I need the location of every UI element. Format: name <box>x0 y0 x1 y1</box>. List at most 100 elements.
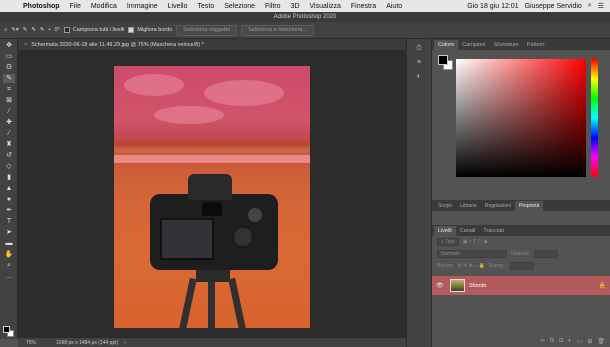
layers-panel-tabs: Livelli Canali Tracciati <box>432 225 610 236</box>
menu-visualizza[interactable]: Visualizza <box>305 3 346 10</box>
sample-all-checkbox[interactable]: Campiona tutti i livelli <box>63 25 124 36</box>
cloud <box>204 80 284 106</box>
tab-sfumature[interactable]: Sfumature <box>489 40 522 50</box>
eyedropper-tool-icon[interactable]: ⁄ <box>3 107 15 116</box>
tools-panel: ✥ ▭ ʘ ✎ ⌗ ⊠ ⁄ ✚ ⁄ ♜ ↺ ◇ ▮ ▲ ● ✒ T ➤ ▬ ✋ … <box>0 39 18 339</box>
close-icon[interactable]: × <box>24 42 27 48</box>
new-layer-icon[interactable]: ⊞ <box>587 338 592 345</box>
gradient-tool-icon[interactable]: ▮ <box>3 173 15 182</box>
dodge-tool-icon[interactable]: ● <box>3 195 15 204</box>
enhance-edge-checkbox[interactable]: Migliora bordo <box>128 25 172 36</box>
user-name[interactable]: Giuseppe Servidio <box>525 3 582 10</box>
tab-scopri[interactable]: Scopri <box>434 201 456 211</box>
enhance-edge-label: Migliora bordo <box>137 27 173 33</box>
more-tools-icon[interactable]: … <box>3 272 15 281</box>
menu-photoshop[interactable]: Photoshop <box>18 3 65 10</box>
select-subject-button[interactable]: Seleziona soggetto <box>176 24 238 36</box>
fill-field[interactable] <box>510 262 535 270</box>
menu-modifica[interactable]: Modifica <box>86 3 122 10</box>
move-tool-icon[interactable]: ✥ <box>3 41 15 50</box>
home-icon[interactable]: ⌂ <box>4 25 7 36</box>
tab-tracciati[interactable]: Tracciati <box>479 226 508 236</box>
menu-finestra[interactable]: Finestra <box>346 3 381 10</box>
history-brush-icon[interactable]: ↺ <box>3 151 15 160</box>
stamp-tool-icon[interactable]: ♜ <box>3 140 15 149</box>
search-icon[interactable]: ⌕ <box>588 2 592 10</box>
menu-selezione[interactable]: Selezione <box>219 3 260 10</box>
lasso-tool-icon[interactable]: ʘ <box>3 63 15 72</box>
menu-testo[interactable]: Testo <box>193 3 220 10</box>
folder-icon[interactable]: ▭ <box>577 338 583 345</box>
angle-value[interactable]: 0° <box>54 25 59 36</box>
tab-librerie[interactable]: Librerie <box>456 201 481 211</box>
clock: Gio 18 giu 12:01 <box>467 2 519 10</box>
menu-filtro[interactable]: Filtro <box>260 3 286 10</box>
blur-tool-icon[interactable]: ▲ <box>3 184 15 193</box>
history-icon[interactable]: ⏱ <box>414 44 425 53</box>
frame-tool-icon[interactable]: ⊠ <box>3 96 15 105</box>
fill-label: Riemp.: <box>488 263 507 269</box>
brush-size-icon[interactable]: • <box>49 25 51 36</box>
crop-tool-icon[interactable]: ⌗ <box>3 85 15 94</box>
shape-tool-icon[interactable]: ▬ <box>3 239 15 248</box>
menu-livello[interactable]: Livello <box>163 3 193 10</box>
filter-icons[interactable]: ▣ ◐ T ▢ ◆ <box>463 239 488 245</box>
layer-row[interactable]: 👁 Sfondo 🔒 <box>432 276 610 295</box>
tab-pattern[interactable]: Pattern <box>523 40 549 50</box>
lock-icons[interactable]: ⊞ ✎ ✥ ⌂ 🔒 <box>457 263 484 269</box>
link-icon[interactable]: ∞ <box>540 338 544 344</box>
layer-thumbnail <box>450 279 465 292</box>
chevron-right-icon[interactable]: › <box>124 340 126 346</box>
zoom-level[interactable]: 75% <box>26 340 36 346</box>
document-tab[interactable]: × Schermata 2020-06-18 alle 11.49.29.jpg… <box>18 39 406 50</box>
brush-settings-icon[interactable]: ≡ <box>414 58 425 67</box>
subtract-selection-icon[interactable]: ✎ <box>40 25 45 36</box>
document-image[interactable] <box>114 66 310 328</box>
type-tool-icon[interactable]: T <box>3 217 15 226</box>
hue-slider[interactable] <box>591 59 598 177</box>
foreground-color-swatch[interactable] <box>3 326 10 333</box>
zoom-tool-icon[interactable]: ⌕ <box>3 261 15 270</box>
menu-file[interactable]: File <box>65 3 86 10</box>
path-selection-icon[interactable]: ➤ <box>3 228 15 237</box>
marquee-tool-icon[interactable]: ▭ <box>3 52 15 61</box>
blend-mode-select[interactable]: Normale <box>437 250 507 258</box>
healing-tool-icon[interactable]: ✚ <box>3 118 15 127</box>
tab-colore[interactable]: Colore <box>434 40 459 50</box>
canvas-area[interactable] <box>18 50 406 337</box>
foreground-color[interactable] <box>438 55 448 65</box>
eraser-tool-icon[interactable]: ◇ <box>3 162 15 171</box>
camera-dial <box>248 208 262 222</box>
select-and-mask-button[interactable]: Seleziona e maschera... <box>241 24 315 36</box>
blend-row: Normale Opacità: <box>432 248 610 260</box>
tab-campioni[interactable]: Campioni <box>458 40 489 50</box>
tab-canali[interactable]: Canali <box>456 226 480 236</box>
quick-selection-tool-icon[interactable]: ✎ <box>3 74 15 83</box>
layer-kind-filter[interactable]: ⌕ Tipo <box>437 238 459 246</box>
brush-tool-icon[interactable]: ⁄ <box>3 129 15 138</box>
adjustment-icon[interactable]: ◐ <box>568 338 572 344</box>
eye-icon[interactable]: 👁 <box>436 282 446 289</box>
menu-3d[interactable]: 3D <box>286 3 305 10</box>
tab-livelli[interactable]: Livelli <box>434 226 456 236</box>
menu-bar: Photoshop File Modifica Immagine Livello… <box>0 0 610 12</box>
fx-icon[interactable]: fx <box>550 338 555 344</box>
tab-regolazioni[interactable]: Regolazioni <box>481 201 515 211</box>
menu-icon[interactable]: ☰ <box>598 2 604 10</box>
properties-icon[interactable]: ◐ <box>414 72 425 81</box>
menu-immagine[interactable]: Immagine <box>122 3 163 10</box>
add-selection-icon[interactable]: ✎ <box>31 25 36 36</box>
pen-tool-icon[interactable]: ✒ <box>3 206 15 215</box>
hand-tool-icon[interactable]: ✋ <box>3 250 15 259</box>
quick-selection-preset-icon[interactable]: ✎▾ <box>11 25 18 36</box>
menu-aiuto[interactable]: Aiuto <box>381 3 407 10</box>
color-picker-field[interactable] <box>456 59 586 177</box>
tab-proprieta[interactable]: Proprietà <box>515 201 544 211</box>
new-selection-icon[interactable]: ✎ <box>23 25 28 36</box>
opacity-field[interactable] <box>533 250 558 258</box>
document-info: 1068 px x 1484 px (144 ppi) <box>56 339 119 346</box>
mask-icon[interactable]: ◘ <box>559 338 563 344</box>
trash-icon[interactable]: 🗑 <box>597 338 605 345</box>
camera-screen <box>160 218 214 260</box>
color-panel-tabs: Colore Campioni Sfumature Pattern <box>432 39 610 50</box>
